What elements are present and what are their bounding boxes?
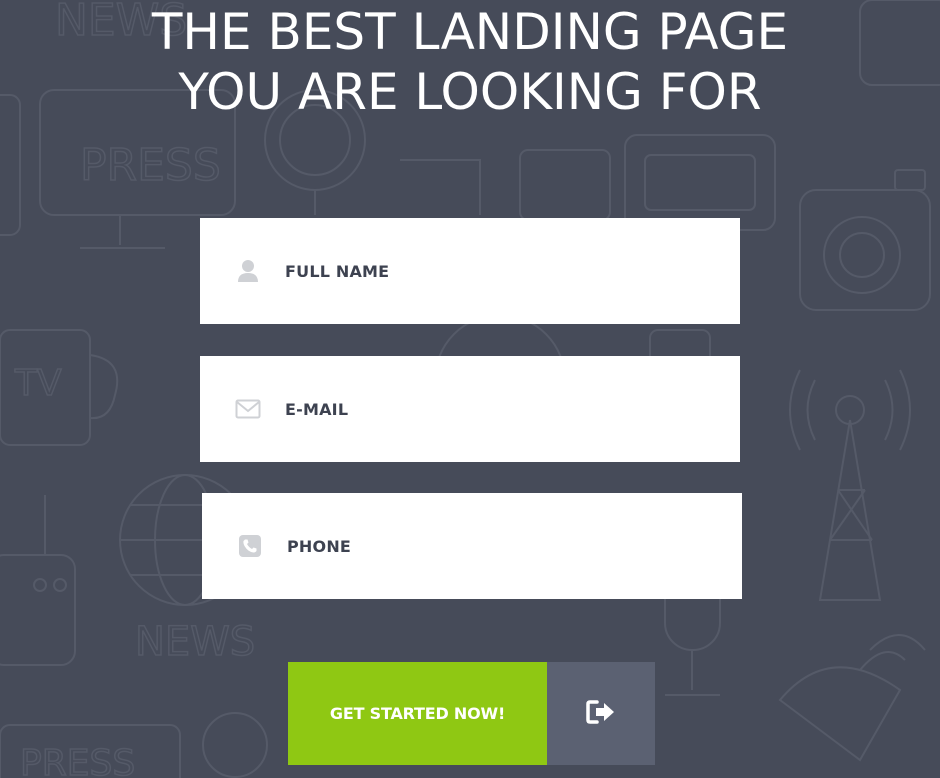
headline-line-2: YOU ARE LOOKING FOR [178, 63, 762, 121]
sign-out-arrow-icon [585, 699, 617, 728]
bg-news-text-bottom: NEWS [135, 619, 255, 665]
bg-press-text-bottom: PRESS [20, 743, 135, 778]
envelope-icon [235, 396, 261, 422]
submit-arrow-button[interactable] [547, 662, 655, 765]
page-headline: THE BEST LANDING PAGE YOU ARE LOOKING FO… [0, 2, 940, 122]
bg-press-text: PRESS [80, 140, 221, 191]
bg-tv-text: TV [14, 363, 62, 404]
phone-field[interactable] [202, 493, 742, 599]
full-name-input[interactable] [285, 261, 685, 281]
user-icon [235, 258, 261, 284]
email-input[interactable] [285, 399, 685, 419]
get-started-button[interactable]: GET STARTED NOW! [288, 662, 547, 765]
phone-icon [237, 533, 263, 559]
cta-group: GET STARTED NOW! [288, 662, 655, 765]
email-field[interactable] [200, 356, 740, 462]
phone-input[interactable] [287, 536, 687, 556]
headline-line-1: THE BEST LANDING PAGE [151, 3, 789, 61]
full-name-field[interactable] [200, 218, 740, 324]
